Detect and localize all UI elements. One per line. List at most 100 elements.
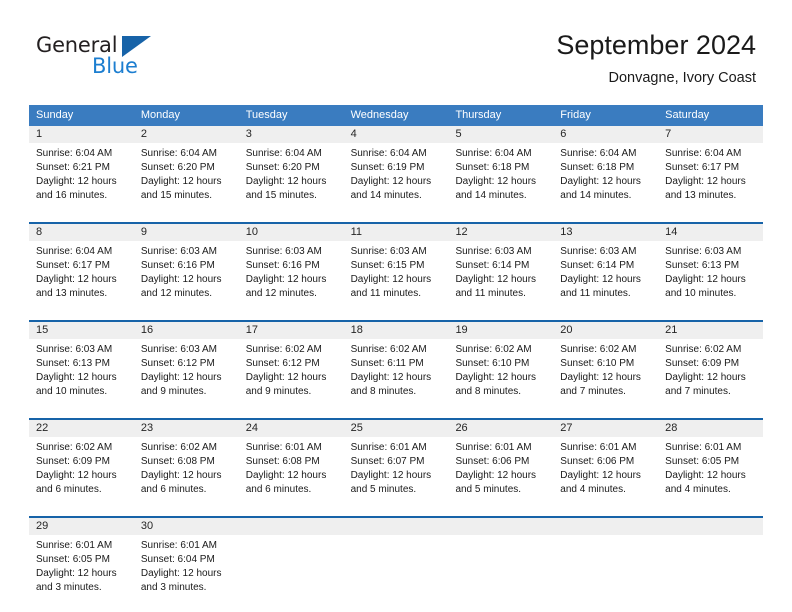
day-info-sunset: Sunset: 6:05 PM: [36, 554, 110, 565]
day-number: 13: [553, 224, 659, 241]
day-number: 23: [133, 420, 239, 437]
day-cell[interactable]: 11 Sunrise: 6:03 AM Sunset: 6:15 PM Dayligh…: [343, 224, 449, 312]
day-info: Sunrise: 6:03 AM Sunset: 6:12 PM Daylight:…: [134, 339, 239, 399]
day-cell[interactable]: 18 Sunrise: 6:02 AM Sunset: 6:11 PM Dayligh…: [343, 322, 449, 410]
day-info: Sunrise: 6:02 AM Sunset: 6:10 PM Daylight:…: [448, 339, 553, 399]
day-cell[interactable]: 23 Sunrise: 6:02 AM Sunset: 6:08 PM Dayligh…: [133, 420, 239, 508]
day-info-daylight2: and 11 minutes.: [560, 288, 631, 299]
day-info: Sunrise: 6:01 AM Sunset: 6:07 PM Daylight:…: [344, 437, 449, 497]
day-info: Sunrise: 6:03 AM Sunset: 6:14 PM Daylight:…: [553, 241, 658, 301]
day-info: Sunrise: 6:01 AM Sunset: 6:08 PM Daylight:…: [239, 437, 344, 497]
day-number: [343, 518, 449, 535]
day-cell[interactable]: 4 Sunrise: 6:04 AM Sunset: 6:19 PM Daylight…: [343, 126, 449, 214]
day-cell[interactable]: 27 Sunrise: 6:01 AM Sunset: 6:06 PM Dayligh…: [553, 420, 659, 508]
day-cell[interactable]: 21 Sunrise: 6:02 AM Sunset: 6:09 PM Dayligh…: [658, 322, 764, 410]
day-info-sunset: Sunset: 6:09 PM: [665, 358, 740, 369]
day-cell[interactable]: 2 Sunrise: 6:04 AM Sunset: 6:20 PM Daylight…: [133, 126, 239, 214]
day-cell[interactable]: 22 Sunrise: 6:02 AM Sunset: 6:09 PM Dayligh…: [29, 420, 134, 508]
day-info-daylight1: Daylight: 12 hours: [560, 176, 641, 187]
week-spacer: [29, 214, 763, 222]
day-cell[interactable]: 1 Sunrise: 6:04 AM Sunset: 6:21 PM Daylight…: [29, 126, 134, 214]
day-cell[interactable]: 20 Sunrise: 6:02 AM Sunset: 6:10 PM Dayligh…: [553, 322, 659, 410]
day-info-daylight1: Daylight: 12 hours: [245, 176, 327, 187]
day-cell[interactable]: 26 Sunrise: 6:01 AM Sunset: 6:06 PM Dayligh…: [448, 420, 554, 508]
day-number: 12: [448, 224, 554, 241]
day-info-sunrise: Sunrise: 6:03 AM: [560, 246, 637, 257]
day-cell[interactable]: 10 Sunrise: 6:03 AM Sunset: 6:16 PM Dayligh…: [238, 224, 344, 312]
day-number: 9: [133, 224, 239, 241]
day-info: Sunrise: 6:03 AM Sunset: 6:13 PM Daylight:…: [29, 339, 134, 399]
day-cell[interactable]: 28 Sunrise: 6:01 AM Sunset: 6:05 PM Dayligh…: [658, 420, 764, 508]
weekday-header-friday: Friday: [560, 109, 591, 121]
day-info: Sunrise: 6:01 AM Sunset: 6:06 PM Daylight:…: [553, 437, 658, 497]
week-row: 15 Sunrise: 6:03 AM Sunset: 6:13 PM Dayligh…: [29, 320, 764, 410]
day-info-sunrise: Sunrise: 6:04 AM: [140, 148, 218, 159]
day-info-daylight1: Daylight: 12 hours: [350, 470, 432, 481]
day-info-daylight1: Daylight: 12 hours: [560, 372, 641, 383]
day-cell[interactable]: 9 Sunrise: 6:03 AM Sunset: 6:16 PM Daylight…: [133, 224, 239, 312]
day-info-sunrise: Sunrise: 6:03 AM: [665, 246, 742, 257]
day-info-daylight2: and 6 minutes.: [245, 484, 312, 495]
day-number: 16: [133, 322, 239, 339]
day-info-sunrise: Sunrise: 6:03 AM: [350, 246, 427, 257]
day-info-sunrise: Sunrise: 6:04 AM: [36, 246, 113, 257]
day-cell[interactable]: 7 Sunrise: 6:04 AM Sunset: 6:17 PM Daylight…: [658, 126, 764, 214]
day-info-daylight2: and 4 minutes.: [560, 484, 626, 495]
day-info-daylight1: Daylight: 12 hours: [350, 274, 432, 285]
day-info-sunrise: Sunrise: 6:03 AM: [245, 246, 322, 257]
day-number: 27: [553, 420, 659, 437]
day-info-daylight1: Daylight: 12 hours: [665, 372, 746, 383]
day-info-sunset: Sunset: 6:15 PM: [350, 260, 425, 271]
day-info: Sunrise: 6:02 AM Sunset: 6:11 PM Daylight:…: [344, 339, 449, 399]
day-cell[interactable]: 17 Sunrise: 6:02 AM Sunset: 6:12 PM Dayligh…: [238, 322, 344, 410]
day-cell[interactable]: 24 Sunrise: 6:01 AM Sunset: 6:08 PM Dayligh…: [238, 420, 344, 508]
page-subtitle: Donvagne, Ivory Coast: [608, 70, 757, 86]
day-info-daylight1: Daylight: 12 hours: [455, 470, 537, 481]
day-cell[interactable]: 15 Sunrise: 6:03 AM Sunset: 6:13 PM Dayligh…: [29, 322, 134, 410]
calendar-grid: Sunday Monday Tuesday Wednesday Thursday Frid…: [29, 105, 764, 606]
day-number: 21: [658, 322, 764, 339]
day-cell[interactable]: 14 Sunrise: 6:03 AM Sunset: 6:13 PM Dayligh…: [658, 224, 764, 312]
day-info: Sunrise: 6:04 AM Sunset: 6:17 PM Daylight:…: [29, 241, 134, 301]
day-info-sunrise: Sunrise: 6:01 AM: [560, 442, 637, 453]
day-number: 10: [238, 224, 344, 241]
day-number: 14: [658, 224, 764, 241]
day-info-daylight1: Daylight: 12 hours: [140, 568, 222, 579]
day-cell[interactable]: 8 Sunrise: 6:04 AM Sunset: 6:17 PM Daylight…: [29, 224, 134, 312]
day-info-sunrise: Sunrise: 6:02 AM: [140, 442, 218, 453]
day-number: 25: [343, 420, 449, 437]
day-info-daylight2: and 10 minutes.: [665, 288, 737, 299]
day-info-daylight1: Daylight: 12 hours: [36, 470, 117, 481]
day-number: 20: [553, 322, 659, 339]
day-cell[interactable]: 16 Sunrise: 6:03 AM Sunset: 6:12 PM Dayligh…: [133, 322, 239, 410]
day-number: 6: [553, 126, 659, 143]
day-cell[interactable]: 12 Sunrise: 6:03 AM Sunset: 6:14 PM Dayligh…: [448, 224, 554, 312]
day-cell[interactable]: 30 Sunrise: 6:01 AM Sunset: 6:04 PM Dayligh…: [133, 518, 239, 606]
day-info-daylight2: and 7 minutes.: [560, 386, 626, 397]
day-info-daylight1: Daylight: 12 hours: [245, 470, 327, 481]
day-info-daylight1: Daylight: 12 hours: [140, 176, 222, 187]
day-info: Sunrise: 6:04 AM Sunset: 6:20 PM Daylight:…: [134, 143, 239, 203]
general-blue-logo[interactable]: General Blue: [36, 33, 166, 81]
day-cell[interactable]: 3 Sunrise: 6:04 AM Sunset: 6:20 PM Daylight…: [238, 126, 344, 214]
page-title: September 2024: [556, 30, 756, 60]
day-number: 3: [238, 126, 344, 143]
week-row: 8 Sunrise: 6:04 AM Sunset: 6:17 PM Daylight…: [29, 222, 764, 312]
day-cell[interactable]: 25 Sunrise: 6:01 AM Sunset: 6:07 PM Dayligh…: [343, 420, 449, 508]
day-info-sunset: Sunset: 6:12 PM: [245, 358, 320, 369]
day-info-daylight2: and 14 minutes.: [350, 190, 422, 201]
day-number: [448, 518, 554, 535]
day-info-sunrise: Sunrise: 6:03 AM: [455, 246, 532, 257]
day-cell[interactable]: 19 Sunrise: 6:02 AM Sunset: 6:10 PM Dayligh…: [448, 322, 554, 410]
day-cell[interactable]: 5 Sunrise: 6:04 AM Sunset: 6:18 PM Daylight…: [448, 126, 554, 214]
day-info-sunrise: Sunrise: 6:04 AM: [245, 148, 322, 159]
week-row: 1 Sunrise: 6:04 AM Sunset: 6:21 PM Daylight…: [29, 126, 764, 214]
day-info: Sunrise: 6:02 AM Sunset: 6:10 PM Daylight:…: [553, 339, 658, 399]
day-info: Sunrise: 6:02 AM Sunset: 6:08 PM Daylight:…: [134, 437, 239, 497]
day-cell[interactable]: 13 Sunrise: 6:03 AM Sunset: 6:14 PM Dayligh…: [553, 224, 659, 312]
day-info-sunrise: Sunrise: 6:01 AM: [350, 442, 427, 453]
day-cell[interactable]: 29 Sunrise: 6:01 AM Sunset: 6:05 PM Dayligh…: [29, 518, 134, 606]
day-cell[interactable]: 6 Sunrise: 6:04 AM Sunset: 6:18 PM Daylight…: [553, 126, 659, 214]
day-info: Sunrise: 6:04 AM Sunset: 6:20 PM Daylight:…: [239, 143, 344, 203]
day-number: [553, 518, 659, 535]
